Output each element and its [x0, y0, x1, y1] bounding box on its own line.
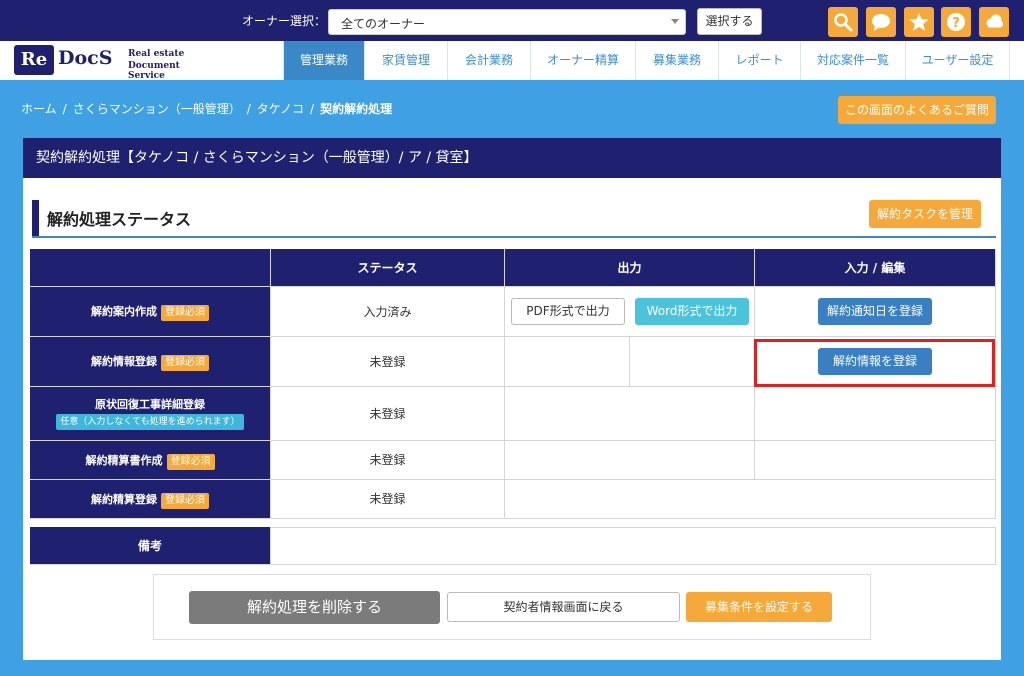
breadcrumb-separator: /	[246, 102, 251, 116]
chevron-down-icon	[671, 19, 679, 24]
logo-docs: DocS	[58, 47, 113, 69]
row-status: 未登録	[271, 387, 505, 441]
table-row-label: 解約精算登録 登録必須	[30, 480, 271, 519]
row-status: 未登録	[271, 337, 505, 387]
favorite-button[interactable]	[904, 7, 934, 37]
table-row-label: 原状回復工事詳細登録 任意（入力しなくても処理を進められます）	[30, 387, 271, 441]
table-row-label: 解約案内作成 登録必須	[30, 287, 271, 337]
table-header-status: ステータス	[271, 249, 505, 287]
cloud-button[interactable]	[979, 7, 1009, 37]
page-title: 契約解約処理【タケノコ / さくらマンション（一般管理）/ ア / 貸室】	[23, 138, 1001, 178]
table-header-label	[30, 249, 271, 287]
section-accent-bar	[32, 200, 39, 236]
help-button[interactable]: ?	[941, 7, 971, 37]
row-label-text: 原状回復工事詳細登録	[95, 398, 205, 411]
row-label-text: 解約精算登録	[91, 493, 157, 506]
breadcrumb-home[interactable]: ホーム	[21, 100, 57, 117]
manage-tasks-button[interactable]: 解約タスクを管理	[869, 200, 981, 228]
register-notice-date-button[interactable]: 解約通知日を登録	[818, 298, 932, 325]
highlight-box	[754, 339, 995, 387]
redocs-logo[interactable]: Re DocS Real estate Document Service	[14, 45, 214, 81]
table-header-edit: 入力 / 編集	[755, 249, 996, 287]
breadcrumb: ホーム / さくらマンション（一般管理） / タケノコ / 契約解約処理	[21, 100, 392, 117]
owner-select-value: 全てのオーナー	[341, 17, 426, 31]
nav-item-owner-settlement[interactable]: オーナー精算	[530, 41, 635, 80]
delete-cancellation-button[interactable]: 解約処理を削除する	[189, 591, 440, 624]
set-recruitment-conditions-button[interactable]: 募集条件を設定する	[686, 592, 832, 622]
row-status: 未登録	[271, 441, 505, 480]
nav-item-cases[interactable]: 対応案件一覧	[800, 41, 905, 80]
svg-text:?: ?	[952, 16, 960, 31]
star-icon	[909, 13, 929, 31]
logo-subtitle-2: Document Service	[128, 61, 180, 81]
logo-subtitle-1: Real estate	[128, 49, 185, 59]
breadcrumb-tenant[interactable]: タケノコ	[257, 100, 304, 117]
row-output-cell	[505, 480, 996, 519]
chat-button[interactable]	[866, 7, 896, 37]
top-bar: オーナー選択： 全てのオーナー 選択する ?	[0, 0, 1024, 41]
nav-item-user-settings[interactable]: ユーザー設定	[905, 41, 1010, 80]
row-output-cell	[505, 337, 630, 387]
help-icon: ?	[947, 13, 965, 31]
required-badge: 登録必須	[161, 493, 209, 509]
nav-item-management[interactable]: 管理業務	[283, 41, 364, 80]
table-row-label: 解約精算書作成 登録必須	[30, 441, 271, 480]
owner-select-button[interactable]: 選択する	[697, 8, 762, 35]
chat-icon	[872, 14, 890, 31]
row-status: 入力済み	[271, 287, 505, 337]
optional-badge: 任意（入力しなくても処理を進められます）	[56, 414, 244, 430]
row-label-text: 解約精算書作成	[85, 454, 163, 467]
owner-select[interactable]: 全てのオーナー	[328, 9, 686, 35]
nav-item-report[interactable]: レポート	[718, 41, 800, 80]
nav-item-recruitment[interactable]: 募集業務	[635, 41, 718, 80]
back-to-contractor-button[interactable]: 契約者情報画面に戻る	[447, 592, 680, 622]
section-title: 解約処理ステータス	[47, 210, 192, 229]
breadcrumb-property[interactable]: さくらマンション（一般管理）	[73, 100, 241, 117]
search-icon	[834, 13, 853, 32]
nav-item-accounting[interactable]: 会計業務	[447, 41, 530, 80]
logo-re: Re	[14, 45, 54, 75]
pdf-export-button[interactable]: PDF形式で出力	[511, 298, 625, 325]
faq-button[interactable]: この画面のよくあるご質問	[838, 96, 996, 124]
search-button[interactable]	[828, 7, 858, 37]
breadcrumb-separator: /	[62, 102, 67, 116]
remarks-label: 備考	[30, 527, 271, 565]
required-badge: 登録必須	[161, 305, 209, 321]
owner-select-label: オーナー選択：	[242, 14, 327, 28]
required-badge: 登録必須	[161, 355, 209, 371]
table-header-output: 出力	[505, 249, 755, 287]
section-divider	[32, 236, 996, 238]
row-output-cell	[630, 337, 755, 387]
cloud-icon	[986, 14, 1003, 28]
row-status: 未登録	[271, 480, 505, 519]
required-badge: 登録必須	[166, 454, 215, 470]
nav-item-rent[interactable]: 家賃管理	[364, 41, 447, 80]
row-edit-cell	[755, 441, 996, 480]
row-label-text: 解約案内作成	[91, 305, 157, 318]
row-output-cell	[505, 387, 755, 441]
remarks-field[interactable]	[271, 527, 996, 565]
table-row-label: 解約情報登録 登録必須	[30, 337, 271, 387]
row-label-text: 解約情報登録	[91, 355, 157, 368]
breadcrumb-separator: /	[310, 102, 315, 116]
row-edit-cell	[755, 387, 996, 441]
breadcrumb-current: 契約解約処理	[320, 102, 393, 116]
row-output-cell	[505, 441, 755, 480]
word-export-button[interactable]: Word形式で出力	[635, 298, 749, 325]
main-nav: Re DocS Real estate Document Service 管理業…	[0, 41, 1024, 81]
